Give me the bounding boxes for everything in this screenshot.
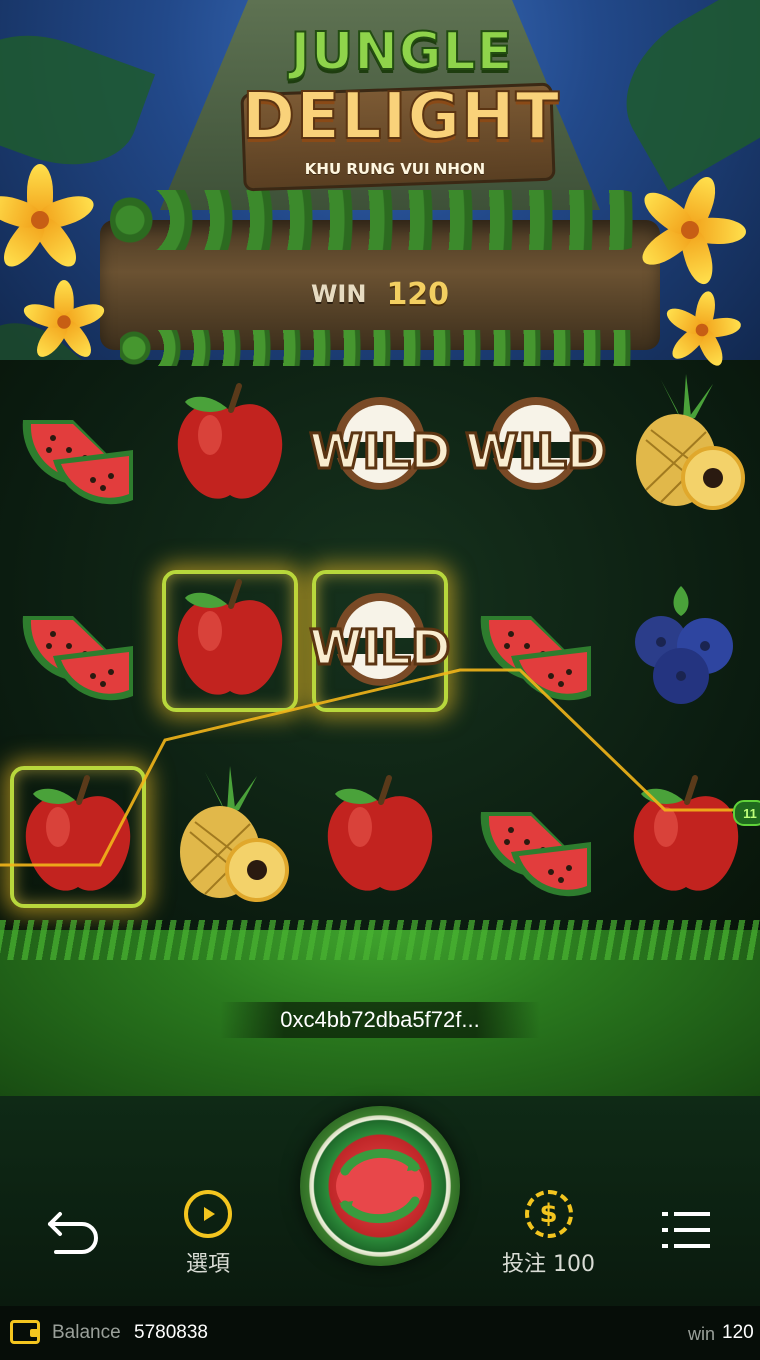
svg-text:WILD: WILD [309, 424, 450, 480]
payline-tag: 11 [733, 800, 760, 826]
reel-symbol-wild: WILD [464, 370, 608, 520]
play-circle-icon [184, 1190, 232, 1238]
dollar-coin-icon: $ [524, 1190, 573, 1238]
win-banner-label: WIN [310, 280, 367, 308]
watermelon-icon [22, 616, 133, 701]
reel-symbol-apple [310, 762, 450, 912]
pineapple-icon [636, 374, 745, 510]
vine-decoration [110, 190, 650, 250]
reel-symbol-pineapple [160, 762, 300, 912]
reel-symbol-watermelon [466, 762, 606, 912]
undo-arrow-icon [48, 1212, 98, 1254]
reel-symbol-watermelon [8, 566, 148, 716]
reel-symbol-wild: WILD [308, 566, 452, 716]
logo-title-line1: JUNGLE [290, 21, 514, 83]
list-menu-icon [662, 1212, 710, 1248]
spin-button[interactable] [300, 1106, 460, 1266]
win-status-label: win [688, 1324, 716, 1344]
pineapple-icon [180, 766, 289, 902]
reel-symbol-watermelon [8, 370, 148, 520]
reel-symbol-blueberry [616, 566, 756, 716]
options-label: 選項 [185, 1252, 230, 1277]
options-button[interactable]: 選項 [184, 1190, 232, 1278]
win-banner: WIN 120 [280, 274, 480, 314]
apple-icon [177, 383, 283, 499]
apple-icon [633, 775, 739, 891]
apple-icon [25, 775, 131, 891]
wallet-icon [10, 1320, 40, 1344]
menu-button[interactable] [660, 1208, 712, 1252]
svg-text:WILD: WILD [465, 424, 606, 480]
vine-decoration-lower [120, 330, 640, 366]
balance-label: Balance [52, 1322, 121, 1343]
watermelon-icon [480, 812, 591, 897]
bet-label: 投注 100 [502, 1252, 595, 1277]
balance-value: 5780838 [134, 1322, 208, 1343]
watermelon-icon [22, 420, 133, 505]
reel-symbol-apple [616, 762, 756, 912]
apple-icon [177, 579, 283, 695]
bet-button[interactable]: $ 投注 100 [502, 1190, 595, 1278]
reel-symbol-pineapple [616, 370, 756, 520]
transaction-hash[interactable]: 0xc4bb72dba5f72f... [220, 1002, 540, 1038]
watermelon-spin-icon [336, 1148, 424, 1224]
grass-tufts [0, 920, 760, 960]
win-banner-value: 120 [386, 276, 450, 312]
logo-title-line2: DELIGHT [241, 79, 561, 155]
wild-icon: WILD [308, 593, 452, 686]
game-scene: JUNGLE DELIGHT KHU RUNG VUI NHON WIN 120 [0, 0, 760, 1360]
watermelon-icon [480, 616, 591, 701]
back-button[interactable] [44, 1202, 104, 1258]
game-logo: JUNGLE DELIGHT KHU RUNG VUI NHON [232, 18, 561, 192]
win-status-value: 120 [722, 1322, 754, 1343]
reel-symbol-apple [160, 566, 300, 716]
wild-icon: WILD [308, 397, 452, 490]
reel-symbol-watermelon [466, 566, 606, 716]
reel-symbol-apple [160, 370, 300, 520]
wild-icon: WILD [464, 397, 608, 490]
apple-icon [327, 775, 433, 891]
svg-text:WILD: WILD [309, 620, 450, 676]
reel-symbol-wild: WILD [308, 370, 452, 520]
reel-symbol-apple [8, 762, 148, 912]
logo-subtitle: KHU RUNG VUI NHON [304, 160, 486, 178]
blueberry-icon [635, 586, 733, 704]
